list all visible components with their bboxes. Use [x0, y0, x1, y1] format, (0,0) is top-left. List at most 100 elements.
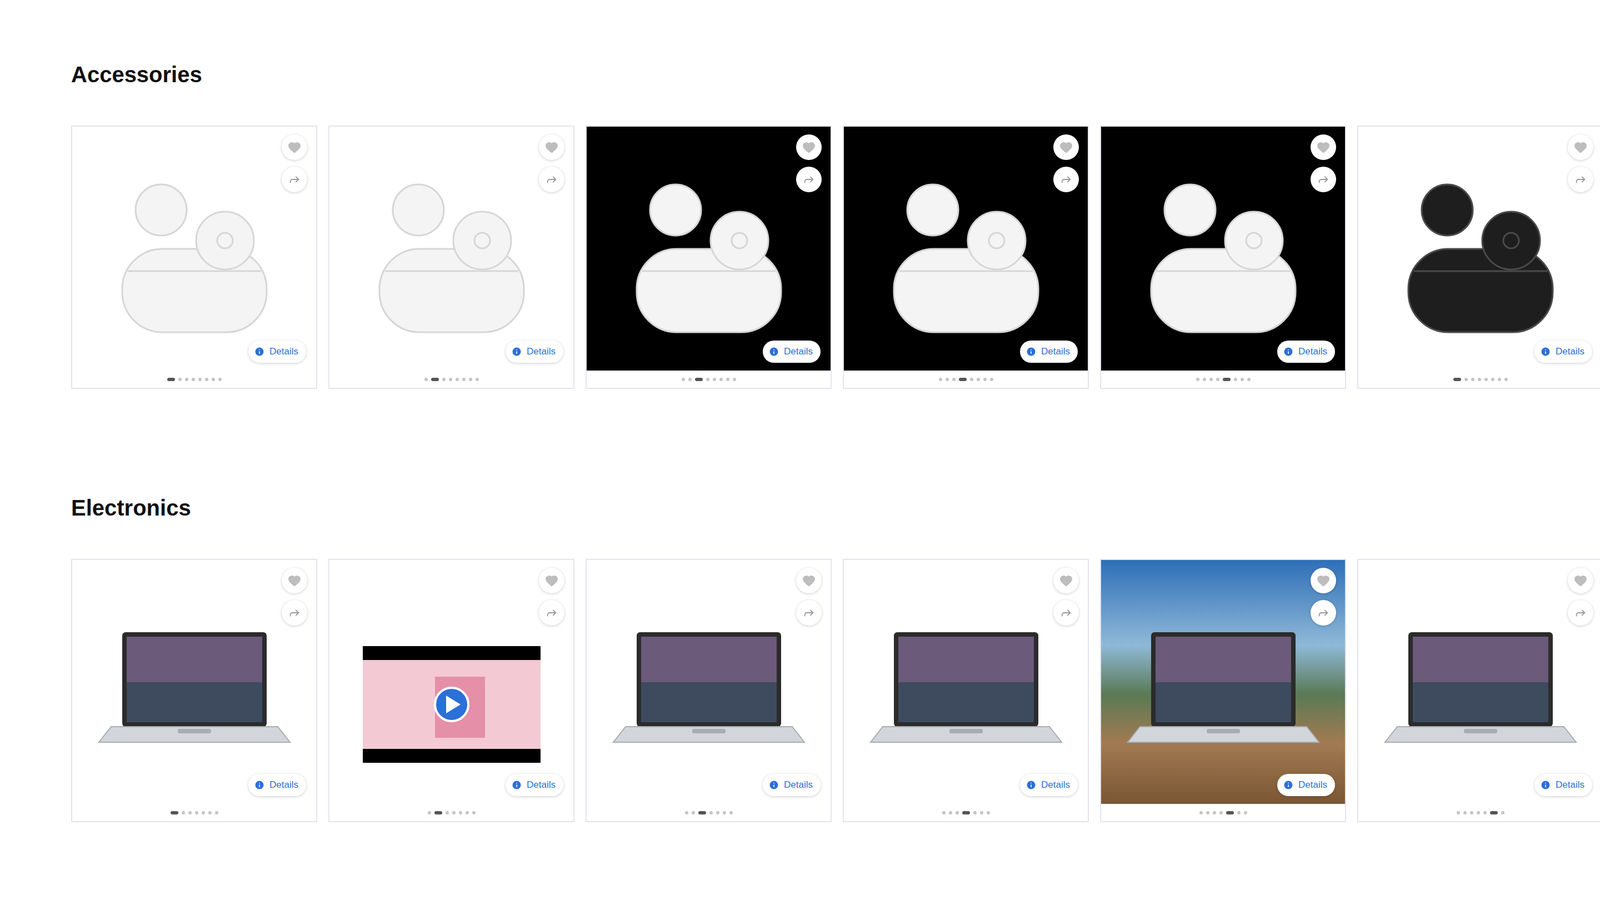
favorite-button[interactable] [1310, 567, 1337, 594]
details-button[interactable]: Details [505, 340, 564, 363]
carousel-dot[interactable] [970, 377, 974, 382]
product-card[interactable]: Details [328, 125, 575, 389]
carousel-dot[interactable] [431, 377, 439, 382]
share-button[interactable] [281, 166, 308, 193]
carousel-dot[interactable] [1491, 377, 1495, 382]
carousel-dot[interactable] [706, 377, 710, 382]
carousel-dot[interactable] [1490, 811, 1498, 815]
carousel-dot[interactable] [1501, 811, 1505, 815]
carousel-dot[interactable] [465, 811, 469, 815]
carousel-dot[interactable] [201, 811, 205, 815]
carousel-dot[interactable] [688, 377, 692, 382]
carousel-dot[interactable] [1453, 377, 1462, 382]
product-card[interactable]: Details [1357, 558, 1600, 823]
carousel-dot[interactable] [976, 377, 980, 382]
details-button[interactable]: Details [505, 773, 564, 797]
carousel-dot[interactable] [986, 811, 990, 815]
carousel-dot[interactable] [1196, 377, 1200, 382]
product-card[interactable]: Details [842, 558, 1089, 823]
carousel-dot[interactable] [732, 377, 737, 382]
carousel-dot[interactable] [188, 811, 192, 815]
details-button[interactable]: Details [1534, 340, 1593, 363]
carousel-dot[interactable] [938, 377, 943, 382]
carousel-dot[interactable] [1212, 811, 1217, 815]
product-card[interactable]: Details [1100, 558, 1347, 823]
share-button[interactable] [796, 166, 822, 193]
carousel-dot[interactable] [424, 377, 428, 382]
share-button[interactable] [1567, 600, 1594, 626]
carousel-dot[interactable] [167, 377, 175, 382]
carousel-dot[interactable] [973, 811, 977, 815]
share-button[interactable] [1053, 600, 1079, 626]
carousel-dot[interactable] [685, 811, 689, 815]
favorite-button[interactable] [1053, 567, 1079, 594]
share-button[interactable] [538, 166, 565, 193]
carousel-dot[interactable] [1484, 377, 1488, 382]
favorite-button[interactable] [1310, 134, 1337, 160]
carousel-dot[interactable] [948, 811, 953, 815]
product-image[interactable]: Details [1101, 126, 1345, 371]
carousel-dot[interactable] [452, 811, 456, 815]
carousel-dot[interactable] [1497, 377, 1502, 382]
details-button[interactable]: Details [762, 773, 821, 797]
product-image[interactable]: Details [329, 126, 574, 371]
carousel-dot[interactable] [211, 377, 215, 382]
carousel-dot[interactable] [1237, 811, 1241, 815]
carousel-dot[interactable] [1222, 377, 1231, 382]
product-image[interactable]: Details [843, 126, 1088, 371]
product-image[interactable]: Details [1101, 560, 1345, 804]
carousel-dot[interactable] [205, 377, 209, 382]
product-image[interactable]: Details [843, 560, 1088, 804]
video-thumbnail-icon[interactable] [340, 571, 563, 794]
share-button[interactable] [1053, 166, 1079, 193]
product-card[interactable]: Details [1357, 125, 1600, 389]
carousel-dot[interactable] [1240, 377, 1244, 382]
carousel-dot[interactable] [185, 377, 189, 382]
carousel-dot[interactable] [695, 377, 703, 382]
carousel-dot[interactable] [195, 811, 199, 815]
product-image[interactable]: Details [72, 126, 317, 371]
carousel-dot[interactable] [1216, 377, 1220, 382]
carousel-dot[interactable] [215, 811, 219, 815]
carousel-dot[interactable] [472, 811, 476, 815]
product-image[interactable]: Details [1358, 560, 1600, 804]
carousel-dot[interactable] [709, 811, 713, 815]
favorite-button[interactable] [796, 134, 822, 160]
favorite-button[interactable] [796, 567, 822, 594]
carousel-dot[interactable] [1206, 811, 1210, 815]
carousel-dot[interactable] [468, 377, 473, 382]
share-button[interactable] [1310, 166, 1337, 193]
favorite-button[interactable] [1053, 134, 1079, 160]
carousel-dot[interactable] [455, 377, 459, 382]
product-card[interactable]: Details [585, 125, 832, 389]
carousel-dot[interactable] [1470, 811, 1474, 815]
product-image[interactable]: Details [1358, 126, 1600, 371]
carousel-dot[interactable] [178, 377, 182, 382]
carousel-dot[interactable] [1219, 811, 1223, 815]
product-card[interactable]: Details [328, 558, 575, 823]
product-image[interactable]: Details [72, 560, 317, 804]
details-button[interactable]: Details [1277, 773, 1335, 797]
carousel-dot[interactable] [729, 811, 733, 815]
details-button[interactable]: Details [248, 340, 307, 363]
favorite-button[interactable] [1567, 567, 1594, 594]
product-card[interactable]: Details [585, 558, 832, 823]
share-button[interactable] [281, 600, 308, 626]
product-card[interactable]: Details [842, 125, 1089, 389]
carousel-dot[interactable] [434, 811, 443, 815]
carousel-dot[interactable] [445, 811, 449, 815]
carousel-dot[interactable] [722, 811, 727, 815]
carousel-dot[interactable] [990, 377, 994, 382]
carousel-dot[interactable] [1483, 811, 1487, 815]
carousel-dot[interactable] [170, 811, 179, 815]
carousel-dot[interactable] [475, 377, 479, 382]
carousel-dot[interactable] [698, 811, 707, 815]
details-button[interactable]: Details [1020, 773, 1078, 797]
details-button[interactable]: Details [1277, 340, 1335, 363]
carousel-dot[interactable] [427, 811, 432, 815]
carousel-dot[interactable] [448, 377, 453, 382]
product-image[interactable]: Details [586, 560, 831, 804]
carousel-dot[interactable] [1464, 377, 1468, 382]
carousel-dot[interactable] [942, 811, 946, 815]
carousel-dot[interactable] [958, 377, 967, 382]
